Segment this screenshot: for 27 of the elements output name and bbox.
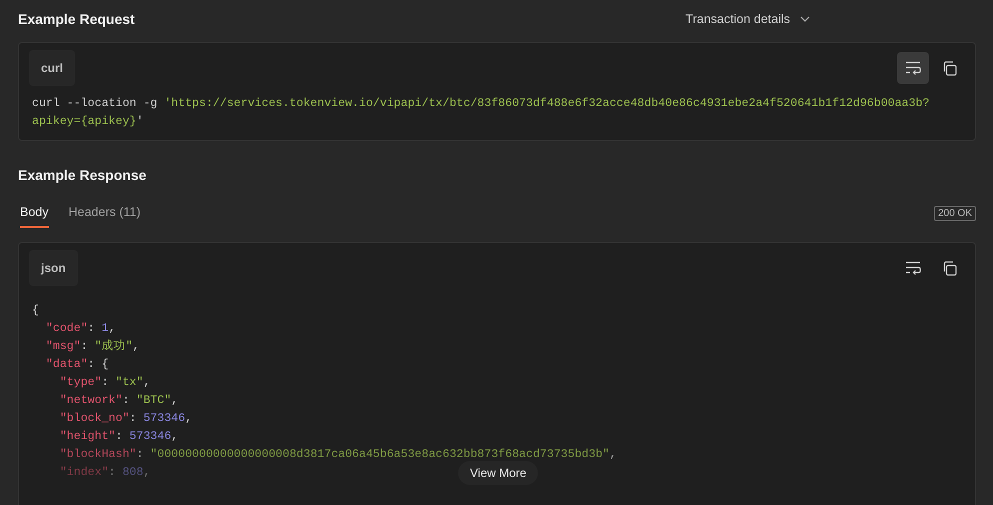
language-label: curl bbox=[29, 50, 76, 86]
copy-icon bbox=[942, 60, 956, 76]
copy-icon bbox=[942, 260, 956, 276]
wrap-button[interactable] bbox=[897, 52, 929, 84]
code-line: "type": "tx", bbox=[58, 375, 150, 391]
tab[interactable]: Headers (11) bbox=[68, 199, 141, 228]
chevron-down-icon bbox=[800, 16, 810, 22]
example-picker[interactable]: Transaction details bbox=[686, 12, 810, 26]
code-line: "msg": "成功", bbox=[44, 338, 140, 355]
status-badge: 200 OK bbox=[934, 206, 976, 221]
code-line: "index": 808, bbox=[58, 465, 150, 481]
tab[interactable]: Body bbox=[20, 199, 48, 228]
section-title: Example Request bbox=[18, 11, 135, 27]
language-label: json bbox=[29, 250, 78, 286]
wrap-lines-icon bbox=[905, 261, 921, 275]
code-line: "data": { bbox=[44, 357, 109, 373]
view-more-button[interactable]: View More bbox=[458, 461, 538, 485]
code-line: "code": 1, bbox=[44, 321, 116, 337]
code-line: apikey={apikey}' bbox=[32, 114, 144, 130]
code-line: curl --location -g 'https://services.tokenview.io/vipapi/tx/btc/83f86073df488e6f32acce48db40e86c4931ebe2a4f520641b1f12d96b00aa3b? bbox=[32, 96, 930, 112]
section-title: Example Response bbox=[18, 167, 146, 183]
code-line: { bbox=[32, 303, 39, 319]
code-line: "block_no": 573346, bbox=[58, 411, 192, 427]
code-line: "network": "BTC", bbox=[58, 393, 178, 409]
wrap-lines-icon bbox=[905, 61, 921, 75]
code-line: "blockHash": "00000000000000000008d3817ca06a45b6a53e8ac632bb873f68acd73735bd3b", bbox=[58, 447, 616, 463]
code-line: "height": 573346, bbox=[58, 429, 178, 445]
